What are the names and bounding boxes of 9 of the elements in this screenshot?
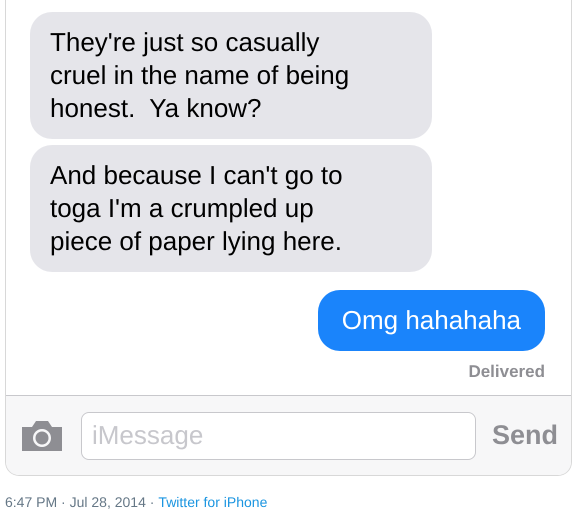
delivery-status: Delivered <box>468 361 545 383</box>
message-field[interactable]: iMessage <box>81 412 476 460</box>
sent-message: Omg hahahaha <box>318 290 545 351</box>
camera-icon[interactable] <box>19 418 65 452</box>
received-message: And because I can't go to toga I'm a crumpled up piece of paper lying here. <box>30 145 432 272</box>
received-message: They're just so casually cruel in the name of being honest. Ya know? <box>30 12 432 139</box>
source-link[interactable]: Twitter for iPhone <box>158 492 268 513</box>
send-button[interactable]: Send <box>492 415 558 456</box>
timestamp: 6:47 PM · Jul 28, 2014 · <box>5 493 154 512</box>
